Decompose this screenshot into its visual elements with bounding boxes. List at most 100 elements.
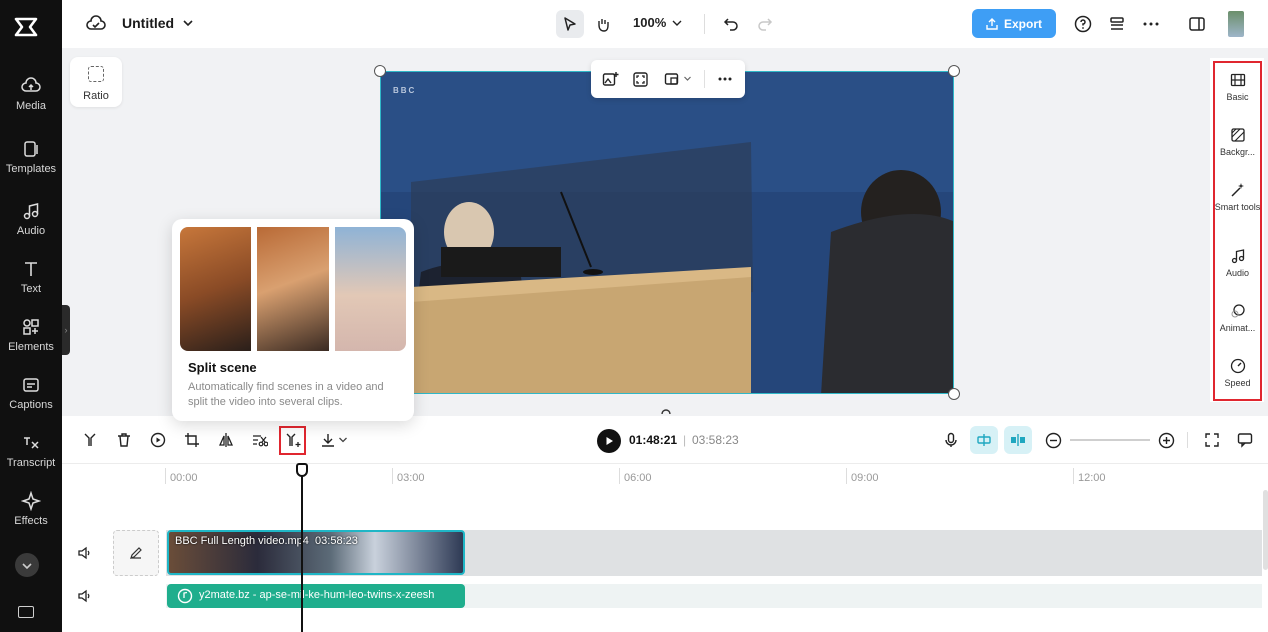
export-label: Export: [1003, 16, 1042, 31]
sidebar-item-captions[interactable]: Captions: [0, 375, 62, 425]
split-panel-icon: [1189, 17, 1205, 31]
edit-cover-button[interactable]: [113, 530, 159, 576]
layers-icon: [1110, 17, 1124, 30]
chevron-down-icon[interactable]: [683, 74, 692, 83]
delete-button[interactable]: [110, 426, 138, 454]
panel-tab-basic[interactable]: Basic: [1213, 72, 1262, 103]
ratio-button[interactable]: Ratio: [70, 57, 122, 107]
sidebar-item-elements[interactable]: Elements: [0, 317, 62, 367]
sidebar-item-effects[interactable]: Effects: [0, 491, 62, 541]
playhead-line[interactable]: [301, 464, 303, 632]
zoom-in-button[interactable]: [1152, 426, 1180, 454]
help-button[interactable]: [1069, 10, 1097, 38]
chevron-down-icon: [22, 563, 32, 570]
captions-icon: [23, 378, 39, 392]
upload-icon: [986, 17, 998, 30]
sidebar-item-label: Text: [20, 283, 42, 295]
link-icon: [1011, 434, 1025, 446]
clip-filename: BBC Full Length video.mp4: [175, 535, 309, 547]
zoom-level[interactable]: 100%: [633, 15, 666, 30]
magnet-snap-icon: [977, 434, 991, 446]
video-frame-image: [381, 72, 953, 393]
transform-dropdown[interactable]: [658, 65, 686, 93]
hand-tool-button[interactable]: [589, 10, 617, 38]
timeline-scrollbar[interactable]: [1263, 490, 1268, 570]
panel-tab-animation[interactable]: Animat...: [1213, 303, 1262, 334]
freeze-button[interactable]: [144, 426, 172, 454]
audio-filename: y2mate.bz - ap-se-mil-ke-hum-leo-twins-x…: [199, 589, 435, 601]
cloud-upload-icon: [21, 77, 41, 92]
text-icon: [25, 262, 37, 276]
top-bar: Untitled 100% Export: [62, 0, 1268, 48]
video-clip[interactable]: BBC Full Length video.mp4 03:58:23: [167, 530, 465, 575]
more-options-button[interactable]: [1137, 10, 1165, 38]
collapse-panel-button[interactable]: ›: [62, 305, 70, 355]
help-icon: [1074, 15, 1092, 33]
fit-frame-icon: [632, 71, 648, 87]
fullscreen-button[interactable]: [1198, 426, 1226, 454]
scissors-icon: [253, 435, 268, 447]
capcut-editor: Media Templates Audio Text Elements Capt…: [0, 0, 1268, 632]
layers-button[interactable]: [1103, 10, 1131, 38]
cloud-sync-icon[interactable]: [86, 14, 106, 34]
timeline-zoom-slider[interactable]: [1070, 439, 1150, 441]
plus-circle-icon: [1158, 432, 1174, 448]
comment-button[interactable]: [1231, 426, 1259, 454]
sidebar-item-audio[interactable]: Audio: [0, 201, 62, 251]
speaker-icon[interactable]: [77, 588, 93, 604]
sidebar-item-media[interactable]: Media: [0, 76, 62, 126]
remove-background-button[interactable]: [246, 426, 274, 454]
chevron-down-icon[interactable]: [671, 17, 683, 29]
split-button[interactable]: [76, 426, 104, 454]
panel-tab-audio[interactable]: Audio: [1213, 248, 1262, 279]
undo-button[interactable]: [717, 10, 745, 38]
ruler-label: 09:00: [851, 472, 879, 484]
user-avatar[interactable]: [1228, 11, 1244, 37]
crop-button[interactable]: [178, 426, 206, 454]
panel-tab-speed[interactable]: Speed: [1213, 358, 1262, 389]
fit-button[interactable]: [626, 65, 654, 93]
export-button[interactable]: Export: [972, 9, 1056, 38]
panel-tab-label: Audio: [1225, 268, 1250, 278]
replace-media-button[interactable]: [596, 65, 624, 93]
panel-tab-background[interactable]: Backgr...: [1213, 127, 1262, 158]
resize-handle-top-right[interactable]: [948, 65, 960, 77]
panel-tab-smart-tools[interactable]: Smart tools: [1213, 182, 1262, 213]
resize-handle-bottom-right[interactable]: [948, 388, 960, 400]
mirror-button[interactable]: [212, 426, 240, 454]
sidebar-item-label: Effects: [14, 515, 48, 527]
chevron-down-icon[interactable]: [182, 17, 194, 29]
speaker-icon[interactable]: [77, 545, 93, 561]
audio-link-icon: [177, 588, 193, 604]
audio-clip[interactable]: y2mate.bz - ap-se-mil-ke-hum-leo-twins-x…: [167, 584, 465, 608]
chevron-down-icon[interactable]: [338, 435, 348, 445]
sidebar-item-templates[interactable]: Templates: [0, 139, 62, 189]
play-button[interactable]: [597, 429, 621, 453]
resize-handle-top-left[interactable]: [374, 65, 386, 77]
sidebar-item-text[interactable]: Text: [0, 259, 62, 309]
toggle-panel-button[interactable]: [1183, 10, 1211, 38]
linkage-toggle[interactable]: [1004, 426, 1032, 454]
total-duration: 03:58:23: [692, 433, 739, 447]
redo-button[interactable]: [751, 10, 779, 38]
project-title[interactable]: Untitled: [122, 15, 174, 31]
zoom-out-button[interactable]: [1039, 426, 1067, 454]
rotate-icon[interactable]: [659, 406, 673, 416]
video-preview[interactable]: BBC: [380, 71, 954, 394]
account-avatar[interactable]: [15, 553, 39, 577]
keyboard-shortcuts-icon[interactable]: [18, 606, 34, 618]
sidebar-item-transcript[interactable]: Transcript: [0, 433, 62, 483]
sidebar-item-label: Transcript: [6, 457, 56, 469]
playhead-handle[interactable]: [296, 463, 308, 477]
select-tool-button[interactable]: [556, 10, 584, 38]
record-voice-button[interactable]: [937, 426, 965, 454]
right-property-panel: [1210, 58, 1264, 402]
magic-wand-icon: [1230, 183, 1244, 197]
auto-snap-toggle[interactable]: [970, 426, 998, 454]
music-note-icon: [1231, 249, 1244, 264]
hand-icon: [598, 19, 609, 32]
more-options-button[interactable]: [711, 65, 739, 93]
panel-tab-label: Backgr...: [1219, 147, 1255, 157]
download-icon: [322, 434, 334, 447]
image-add-icon: [602, 71, 618, 86]
